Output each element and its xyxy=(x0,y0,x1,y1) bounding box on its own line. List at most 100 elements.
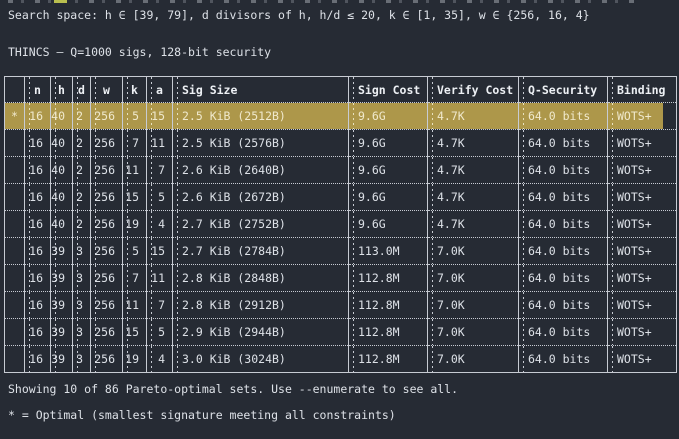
cell-n: 16 xyxy=(25,103,51,130)
cell-h: 40 xyxy=(51,211,73,238)
cell-h: 39 xyxy=(51,346,73,373)
cell-binding: WOTS+ xyxy=(608,292,677,319)
table-row: 164022561942.7 KiB (2752B)9.6G4.7K64.0 b… xyxy=(5,211,677,238)
cell-verify_cost: 4.7K xyxy=(428,130,519,157)
cell-q_security: 64.0 bits xyxy=(519,265,608,292)
cell-star xyxy=(5,184,25,211)
column-header-n: n xyxy=(25,77,51,103)
cell-binding: WOTS+ xyxy=(608,211,677,238)
cell-sign_cost: 112.8M xyxy=(349,319,428,346)
cell-n: 16 xyxy=(25,211,51,238)
table-row: 164022561172.6 KiB (2640B)9.6G4.7K64.0 b… xyxy=(5,157,677,184)
cell-binding: WOTS+ xyxy=(608,130,677,157)
cell-k: 7 xyxy=(123,130,147,157)
cell-a: 5 xyxy=(147,184,173,211)
cell-q_security: 64.0 bits xyxy=(519,130,608,157)
table-row: 163932561172.8 KiB (2912B)112.8M7.0K64.0… xyxy=(5,292,677,319)
cell-d: 2 xyxy=(73,103,91,130)
cell-w: 256 xyxy=(91,103,123,130)
cell-n: 16 xyxy=(25,157,51,184)
cell-sig_size: 2.6 KiB (2640B) xyxy=(173,157,349,184)
cell-w: 256 xyxy=(91,265,123,292)
column-header-sig_size: Sig Size xyxy=(173,77,349,103)
cell-d: 2 xyxy=(73,157,91,184)
table-row: 163932561552.9 KiB (2944B)112.8M7.0K64.0… xyxy=(5,319,677,346)
cell-k: 5 xyxy=(123,238,147,265)
cell-verify_cost: 4.7K xyxy=(428,157,519,184)
cell-n: 16 xyxy=(25,265,51,292)
cell-sign_cost: 9.6G xyxy=(349,103,428,130)
cell-sig_size: 2.8 KiB (2848B) xyxy=(173,265,349,292)
column-header-star xyxy=(5,77,25,103)
cell-binding: WOTS+ xyxy=(608,184,677,211)
cell-star xyxy=(5,238,25,265)
table-header-row: nhdwkaSig SizeSign CostVerify CostQ-Secu… xyxy=(5,77,677,103)
search-space-line: Search space: h ∈ [39, 79], d divisors o… xyxy=(0,0,679,22)
cell-d: 2 xyxy=(73,211,91,238)
cell-n: 16 xyxy=(25,292,51,319)
cell-h: 40 xyxy=(51,130,73,157)
cell-a: 4 xyxy=(147,211,173,238)
cell-q_security: 64.0 bits xyxy=(519,238,608,265)
column-header-sign_cost: Sign Cost xyxy=(349,77,428,103)
cell-a: 11 xyxy=(147,130,173,157)
cell-a: 4 xyxy=(147,346,173,373)
optimal-legend: * = Optimal (smallest signature meeting … xyxy=(0,396,679,422)
column-header-d: d xyxy=(73,77,91,103)
cell-a: 7 xyxy=(147,157,173,184)
cell-sig_size: 2.8 KiB (2912B) xyxy=(173,292,349,319)
cell-q_security: 64.0 bits xyxy=(519,319,608,346)
cell-w: 256 xyxy=(91,157,123,184)
cell-sig_size: 2.5 KiB (2512B) xyxy=(173,103,349,130)
cell-n: 16 xyxy=(25,238,51,265)
cell-sig_size: 2.5 KiB (2576B) xyxy=(173,130,349,157)
table-title: THINCS — Q=1000 sigs, 128-bit security xyxy=(0,22,679,59)
cell-h: 39 xyxy=(51,319,73,346)
column-header-w: w xyxy=(91,77,123,103)
column-header-a: a xyxy=(147,77,173,103)
cell-h: 40 xyxy=(51,157,73,184)
cell-k: 15 xyxy=(123,184,147,211)
cell-d: 2 xyxy=(73,130,91,157)
cell-d: 3 xyxy=(73,319,91,346)
cell-a: 15 xyxy=(147,103,173,130)
table-row: 164022561552.6 KiB (2672B)9.6G4.7K64.0 b… xyxy=(5,184,677,211)
cell-k: 11 xyxy=(123,292,147,319)
column-header-q_security: Q-Security xyxy=(519,77,608,103)
column-header-h: h xyxy=(51,77,73,103)
cell-sign_cost: 112.8M xyxy=(349,265,428,292)
cell-sig_size: 2.7 KiB (2784B) xyxy=(173,238,349,265)
cell-w: 256 xyxy=(91,319,123,346)
cell-sig_size: 2.7 KiB (2752B) xyxy=(173,211,349,238)
cell-n: 16 xyxy=(25,319,51,346)
cell-verify_cost: 7.0K xyxy=(428,292,519,319)
cell-k: 7 xyxy=(123,265,147,292)
cell-a: 15 xyxy=(147,238,173,265)
cell-sign_cost: 9.6G xyxy=(349,157,428,184)
table-row-optimal: *164022565152.5 KiB (2512B)9.6G4.7K64.0 … xyxy=(5,103,677,130)
cell-q_security: 64.0 bits xyxy=(519,211,608,238)
cell-binding: WOTS+ xyxy=(608,346,677,373)
cell-star: * xyxy=(5,103,25,130)
cell-k: 19 xyxy=(123,346,147,373)
cell-verify_cost: 7.0K xyxy=(428,346,519,373)
cell-sign_cost: 112.8M xyxy=(349,292,428,319)
cell-q_security: 64.0 bits xyxy=(519,184,608,211)
cell-q_security: 64.0 bits xyxy=(519,292,608,319)
cell-h: 40 xyxy=(51,184,73,211)
cell-w: 256 xyxy=(91,238,123,265)
cell-a: 7 xyxy=(147,292,173,319)
cell-h: 39 xyxy=(51,238,73,265)
cell-star xyxy=(5,292,25,319)
cell-binding: WOTS+ xyxy=(608,265,677,292)
table-row: 163932565152.7 KiB (2784B)113.0M7.0K64.0… xyxy=(5,238,677,265)
cell-sign_cost: 112.8M xyxy=(349,346,428,373)
cell-a: 11 xyxy=(147,265,173,292)
cell-q_security: 64.0 bits xyxy=(519,157,608,184)
cell-h: 39 xyxy=(51,292,73,319)
cell-binding: WOTS+ xyxy=(608,319,677,346)
cell-star xyxy=(5,319,25,346)
cell-verify_cost: 4.7K xyxy=(428,103,519,130)
cell-n: 16 xyxy=(25,184,51,211)
cell-verify_cost: 7.0K xyxy=(428,319,519,346)
